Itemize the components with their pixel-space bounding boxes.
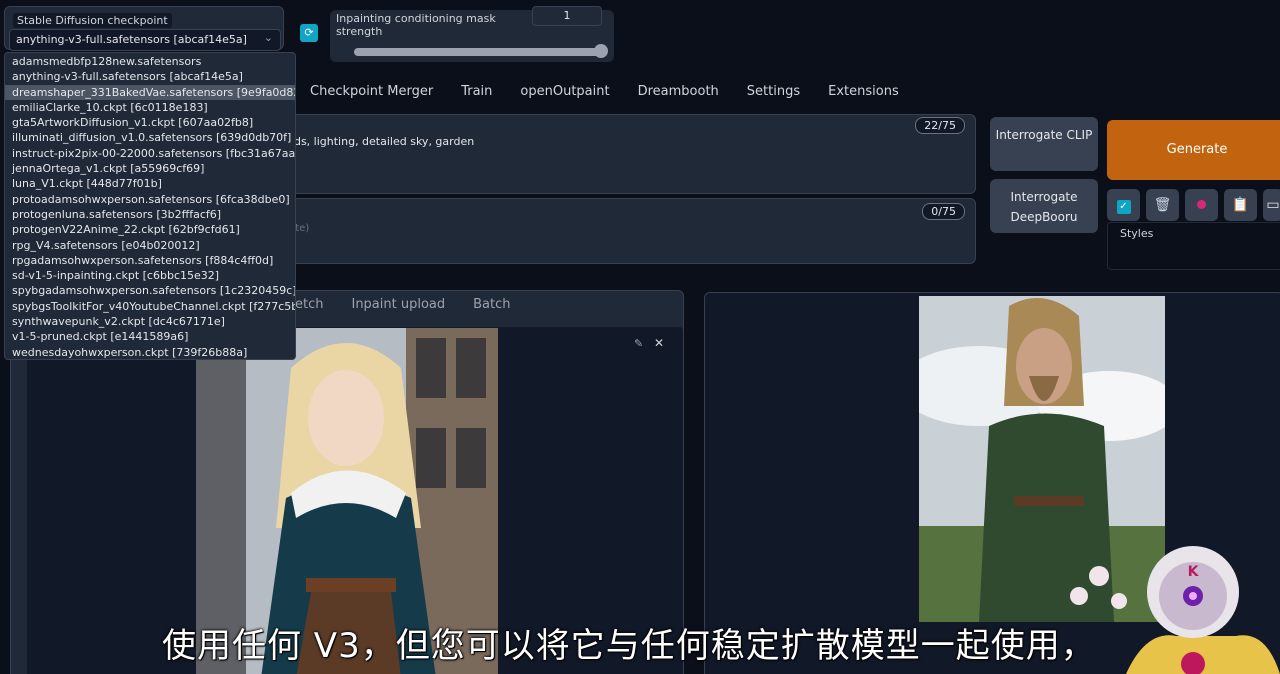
interrogate-deepbooru-button[interactable]: Interrogate DeepBooru bbox=[990, 179, 1098, 233]
tab-settings[interactable]: Settings bbox=[733, 80, 814, 104]
checkpoint-option[interactable]: luna_V1.ckpt [448d77f01b] bbox=[5, 176, 295, 191]
trash-button[interactable]: 🗑 bbox=[1146, 189, 1179, 221]
check-icon: ✓ bbox=[1116, 200, 1131, 214]
styles-label: Styles bbox=[1120, 227, 1154, 240]
tab-dreambooth[interactable]: Dreambooth bbox=[624, 80, 733, 104]
tab-openoutpaint[interactable]: openOutpaint bbox=[506, 80, 623, 104]
checkpoint-panel: Stable Diffusion checkpoint anything-v3-… bbox=[4, 6, 284, 51]
checkpoint-option[interactable]: protoadamsohwxperson.safetensors [6fca38… bbox=[5, 192, 295, 207]
checkpoint-option[interactable]: protogenluna.safetensors [3b2fffacf6] bbox=[5, 207, 295, 222]
checkpoint-dropdown-list: adamsmedbfp128new.safetensors anything-v3… bbox=[4, 52, 296, 360]
mascot-art: K bbox=[1126, 546, 1280, 674]
main-tabs: Checkpoint Merger Train openOutpaint Dreamb… bbox=[296, 80, 913, 104]
interrogate-clip-button[interactable]: Interrogate CLIP bbox=[990, 117, 1098, 171]
checkpoint-option[interactable]: spybgsToolkitFor_v40YoutubeChannel.ckpt … bbox=[5, 299, 295, 314]
mask-strength-slider-thumb[interactable] bbox=[594, 44, 608, 58]
clipboard-icon: 📋 bbox=[1231, 197, 1250, 213]
chevron-down-icon[interactable]: ⌄ bbox=[264, 31, 273, 44]
prompt-box[interactable]: uds, lighting, detailed sky, garden 22/7… bbox=[262, 114, 976, 194]
refresh-icon: ⟳ bbox=[304, 26, 314, 39]
tab-extensions[interactable]: Extensions bbox=[814, 80, 913, 104]
checkpoint-option[interactable]: wednesdayohwxperson.ckpt [739f26b88a] bbox=[5, 345, 295, 360]
checkpoint-label: Stable Diffusion checkpoint bbox=[13, 13, 172, 28]
checkpoint-select[interactable]: anything-v3-full.safetensors [abcaf14e5a… bbox=[9, 29, 281, 51]
save-icon: ▭ bbox=[1266, 197, 1280, 213]
image-tab-batch[interactable]: Batch bbox=[459, 297, 524, 312]
tab-checkpoint-merger[interactable]: Checkpoint Merger bbox=[296, 80, 447, 104]
checkpoint-option[interactable]: adamsmedbfp128new.safetensors bbox=[5, 54, 295, 69]
checkpoint-option[interactable]: gta5ArtworkDiffusion_v1.ckpt [607aa02fb8… bbox=[5, 115, 295, 130]
negative-prompt-box[interactable]: rate) 0/75 bbox=[262, 198, 976, 264]
negative-token-count: 0/75 bbox=[922, 203, 965, 220]
checkpoint-option[interactable]: illuminati_diffusion_v1.0.safetensors [6… bbox=[5, 130, 295, 145]
save-style-button[interactable]: ▭ bbox=[1263, 189, 1280, 221]
tab-train[interactable]: Train bbox=[447, 80, 506, 104]
prompt-token-count: 22/75 bbox=[915, 117, 965, 134]
image-input-tabs: etch Inpaint upload Batch bbox=[281, 297, 525, 312]
checkpoint-option[interactable]: synthwavepunk_v2.ckpt [dc4c67171e] bbox=[5, 314, 295, 329]
checkpoint-option[interactable]: sd-v1-5-inpainting.ckpt [c6bbc15e32] bbox=[5, 268, 295, 283]
checkpoint-option[interactable]: v1-5-pruned.ckpt [e1441589a6] bbox=[5, 329, 295, 344]
image-tab-inpaint-upload[interactable]: Inpaint upload bbox=[337, 297, 459, 312]
mask-strength-input[interactable]: 1 bbox=[532, 6, 602, 26]
checkpoint-option[interactable]: anything-v3-full.safetensors [abcaf14e5a… bbox=[5, 69, 295, 84]
clipboard-button[interactable]: 📋 bbox=[1224, 189, 1257, 221]
mascot-avatar: K bbox=[1126, 540, 1280, 674]
refresh-button[interactable]: ⟳ bbox=[300, 24, 318, 42]
checkpoint-option[interactable]: dreamshaper_331BakedVae.safetensors [9e9… bbox=[5, 84, 295, 100]
checkpoint-option[interactable]: spybgadamsohwxperson.safetensors [1c2320… bbox=[5, 283, 295, 298]
trash-icon: 🗑 bbox=[1153, 197, 1172, 213]
checkbox-tool-button[interactable]: ✓ bbox=[1107, 189, 1140, 221]
mascot-k-mark: K bbox=[1188, 564, 1200, 580]
extra-networks-button[interactable] bbox=[1185, 189, 1218, 221]
generate-button[interactable]: Generate bbox=[1107, 120, 1280, 180]
close-icon[interactable]: ✕ bbox=[654, 336, 668, 350]
prompt-text: uds, lighting, detailed sky, garden bbox=[287, 135, 475, 148]
pencil-icon[interactable]: ✎ bbox=[634, 337, 648, 351]
checkpoint-option[interactable]: instruct-pix2pix-00-22000.safetensors [f… bbox=[5, 146, 295, 161]
checkpoint-option[interactable]: emiliaClarke_10.ckpt [6c0118e183] bbox=[5, 100, 295, 115]
mask-strength-label: Inpainting conditioning mask strength bbox=[336, 12, 496, 38]
mask-strength-slider[interactable] bbox=[354, 48, 602, 56]
mask-strength-panel: Inpainting conditioning mask strength 1 bbox=[330, 6, 614, 62]
video-subtitle: 使用任何 V3，但您可以将它与任何稳定扩散模型一起使用， bbox=[162, 626, 1096, 666]
checkpoint-option[interactable]: rpg_V4.safetensors [e04b020012] bbox=[5, 238, 295, 253]
checkpoint-option[interactable]: rpgadamsohwxperson.safetensors [f884c4ff… bbox=[5, 253, 295, 268]
checkpoint-option[interactable]: jennaOrtega_v1.ckpt [a55969cf69] bbox=[5, 161, 295, 176]
styles-field[interactable]: Styles bbox=[1107, 222, 1280, 270]
checkpoint-option[interactable]: protogenV22Anime_22.ckpt [62bf9cfd61] bbox=[5, 222, 295, 237]
pink-dot-icon bbox=[1197, 200, 1206, 209]
